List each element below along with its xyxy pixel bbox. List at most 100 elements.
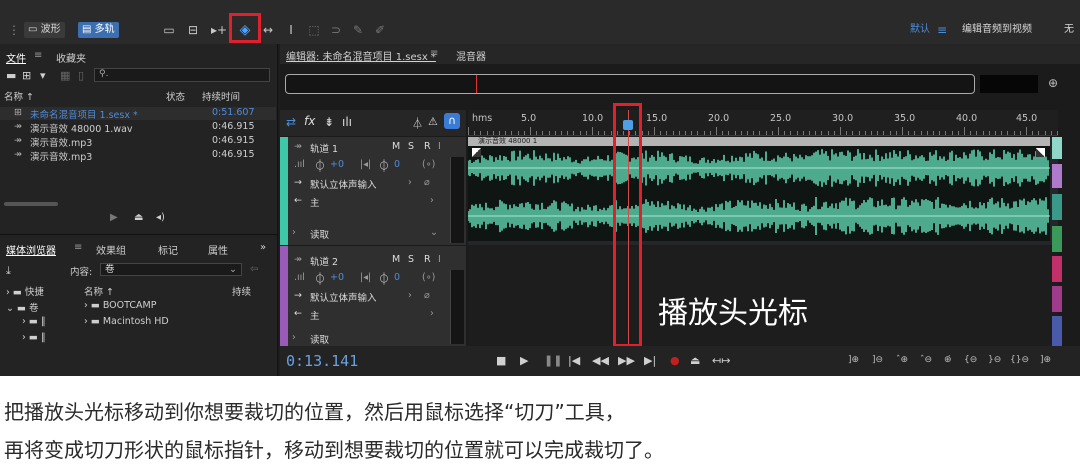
- waveform-view-button[interactable]: ▭ 波形: [24, 22, 65, 38]
- tree-item-volumes[interactable]: ⌄ ▬ 卷: [6, 300, 39, 314]
- zoom-navigator[interactable]: [980, 75, 1038, 93]
- record-arm-button[interactable]: R: [424, 254, 431, 265]
- skip-selection-icon[interactable]: ↤↦: [712, 354, 730, 367]
- zoom-in-time-icon[interactable]: ˆ⊕: [896, 355, 908, 365]
- zoom-out-point-icon[interactable]: }⊖: [988, 355, 1001, 365]
- zoom-in-point-icon[interactable]: {⊖: [964, 355, 977, 365]
- input-select[interactable]: 默认立体声输入: [310, 290, 377, 304]
- track-name[interactable]: 轨道 2: [310, 254, 338, 268]
- marquee-tool-icon[interactable]: ⬚: [306, 22, 322, 38]
- track-lanes-icon[interactable]: ↠: [294, 254, 302, 265]
- zoom-tool-icon[interactable]: ⊕: [1048, 76, 1058, 90]
- phase-icon[interactable]: ⌀: [424, 177, 430, 188]
- zoom-out-time-icon[interactable]: ˆ⊖: [920, 355, 932, 365]
- automation-expand-icon[interactable]: ›: [292, 332, 296, 343]
- multitrack-view-button[interactable]: ▤ 多轨: [78, 22, 119, 38]
- col-name[interactable]: 名称 ↑: [84, 284, 114, 298]
- track-lanes-icon[interactable]: ↠: [294, 141, 302, 152]
- mute-button[interactable]: M: [392, 254, 400, 265]
- file-row[interactable]: ↠ 演示音效.mp3 0:46.915: [0, 149, 276, 163]
- file-row[interactable]: ↠ 演示音效.mp3 0:46.915: [0, 135, 276, 149]
- spot-healing-tool-icon[interactable]: ✐: [372, 22, 388, 38]
- zoom-tracks-icon[interactable]: ]⊕: [1040, 355, 1051, 365]
- solo-button[interactable]: S: [408, 254, 414, 265]
- tab-editor[interactable]: 编辑器: 未命名混音项目 1.sesx *: [286, 48, 436, 63]
- fast-forward-icon[interactable]: ▶▶: [618, 354, 635, 367]
- output-select[interactable]: 主: [310, 195, 320, 209]
- col-duration[interactable]: 持续时间: [202, 89, 240, 103]
- insert-icon[interactable]: ▦: [60, 69, 70, 82]
- brush-tool-icon[interactable]: ✎: [350, 22, 366, 38]
- track-lane-1[interactable]: 演示音效 48000 1: [468, 137, 1058, 245]
- track-name[interactable]: 轨道 1: [310, 141, 338, 155]
- record-arm-button[interactable]: R: [424, 141, 431, 152]
- volume-knob[interactable]: ⏀: [314, 157, 326, 174]
- tab-markers[interactable]: 标记: [158, 242, 178, 257]
- pan-knob[interactable]: ⏀: [378, 270, 390, 287]
- track-sync-icon[interactable]: ⚠: [428, 115, 438, 128]
- tab-mixer[interactable]: 混音器: [456, 48, 486, 63]
- panel-menu-icon[interactable]: ≡: [74, 242, 82, 253]
- file-search-input[interactable]: ⚲.: [94, 68, 270, 82]
- zoom-in-amplitude-icon[interactable]: ]⊕: [848, 355, 859, 365]
- zoom-selection-icon[interactable]: {}⊖: [1010, 355, 1029, 365]
- export-icon[interactable]: ⏏: [134, 212, 143, 223]
- panel-menu-icon[interactable]: ≡: [430, 48, 438, 59]
- tree-item-drive[interactable]: › ▬ ‖: [22, 332, 46, 343]
- fade-in-handle[interactable]: [472, 148, 481, 157]
- mute-button[interactable]: M: [392, 141, 400, 152]
- col-status[interactable]: 状态: [166, 89, 185, 103]
- panel-menu-icon[interactable]: ≡: [34, 50, 42, 61]
- eq-icon[interactable]: ılı: [342, 115, 352, 129]
- timecode-display[interactable]: 0:13.141: [286, 352, 358, 370]
- col-duration[interactable]: 持续: [232, 284, 251, 298]
- workspace-overflow[interactable]: 无: [1060, 22, 1078, 38]
- automation-mode-select[interactable]: 读取: [310, 332, 329, 346]
- fx-icon[interactable]: fx: [304, 114, 315, 128]
- import-file-icon[interactable]: ⊞: [22, 69, 31, 82]
- monitor-input-button[interactable]: I: [438, 141, 441, 152]
- tab-effects[interactable]: 效果组: [96, 242, 126, 257]
- panel-overflow-icon[interactable]: »: [260, 242, 266, 253]
- tree-item-drive[interactable]: › ▬ ‖: [22, 316, 46, 327]
- lasso-tool-icon[interactable]: ⊃: [328, 22, 344, 38]
- overview-bar[interactable]: [285, 74, 975, 94]
- automation-mode-select[interactable]: 读取: [310, 227, 329, 241]
- automation-expand-icon[interactable]: ›: [292, 227, 296, 238]
- volume-value[interactable]: +0: [330, 272, 344, 283]
- pitch-display-icon[interactable]: ⊟: [184, 22, 202, 38]
- output-select[interactable]: 主: [310, 308, 320, 322]
- pan-value[interactable]: 0: [394, 272, 400, 283]
- go-to-start-icon[interactable]: |◀: [568, 354, 580, 367]
- rewind-icon[interactable]: ◀◀: [592, 354, 609, 367]
- pan-knob[interactable]: ⏀: [378, 157, 390, 174]
- back-icon[interactable]: ⇦: [250, 264, 258, 275]
- slip-tool-icon[interactable]: ↔: [260, 22, 276, 38]
- phase-icon[interactable]: ⌀: [424, 290, 430, 301]
- pause-icon[interactable]: ❚❚: [544, 354, 562, 367]
- tab-favorites[interactable]: 收藏夹: [56, 50, 86, 65]
- download-icon[interactable]: ⤓: [6, 264, 11, 278]
- pan-value[interactable]: 0: [394, 159, 400, 170]
- metronome-icon[interactable]: ⏃: [412, 115, 423, 131]
- delete-icon[interactable]: ▯: [78, 69, 84, 82]
- go-to-end-icon[interactable]: ▶|: [644, 354, 656, 367]
- record-icon[interactable]: ●: [670, 354, 680, 367]
- tree-item-macintosh-hd[interactable]: › ▬ Macintosh HD: [84, 316, 169, 327]
- audio-clip[interactable]: 演示音效 48000 1: [468, 137, 1050, 241]
- zoom-out-amplitude-icon[interactable]: ]⊖: [872, 355, 883, 365]
- tree-item-bootcamp[interactable]: › ▬ BOOTCAMP: [84, 300, 156, 311]
- file-row[interactable]: ↠ 演示音效 48000 1.wav 0:46.915: [0, 121, 276, 135]
- horizontal-scrollbar[interactable]: [4, 202, 58, 206]
- tab-files[interactable]: 文件: [6, 50, 26, 65]
- input-select[interactable]: 默认立体声输入: [310, 177, 377, 191]
- move-tool-icon[interactable]: ▸+: [210, 22, 228, 38]
- tab-media-browser[interactable]: 媒体浏览器: [6, 242, 56, 257]
- sends-icon[interactable]: ⇟: [324, 115, 334, 129]
- workspace-default[interactable]: 默认: [906, 22, 934, 38]
- zoom-full-icon[interactable]: ⊕̇: [944, 355, 952, 365]
- time-ruler[interactable]: hms 5.0 10.0 15.0 20.0 25.0 30.0 35.0 40…: [468, 110, 1058, 136]
- hamburger-icon[interactable]: ≡: [936, 22, 948, 38]
- fade-out-handle[interactable]: [1036, 148, 1045, 157]
- tab-properties[interactable]: 属性: [208, 242, 228, 257]
